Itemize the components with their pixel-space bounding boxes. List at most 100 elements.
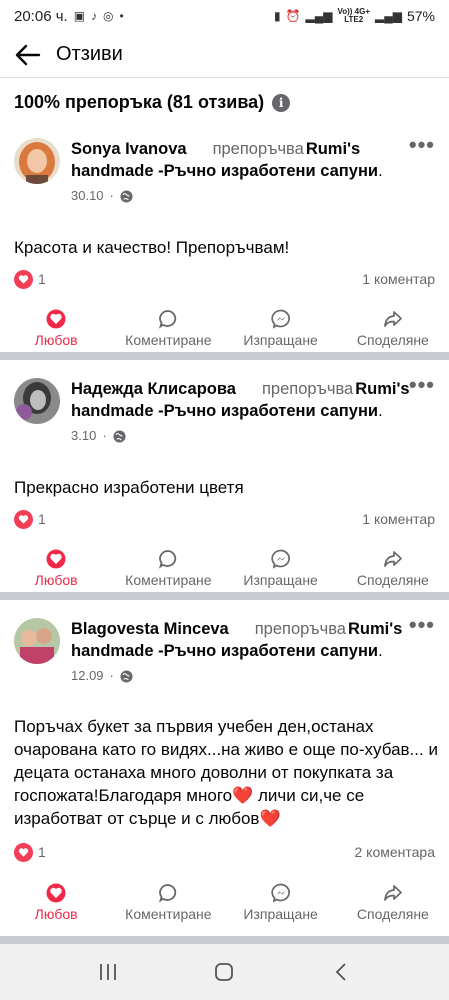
gallery-icon: ▣ (73, 9, 86, 23)
info-icon[interactable]: i (272, 93, 291, 112)
avatar[interactable] (14, 378, 60, 424)
love-button[interactable]: Любов (0, 302, 112, 354)
status-bar: 20:06 ч. ▣ ♪ ◎ • ▮ ⏰ ▂▄▆ Vo)) 4G+ LTE2 ▂… (0, 0, 449, 32)
battery-level: 57% (406, 8, 435, 24)
post-separator (0, 592, 449, 600)
battery-saver-icon: ▮ (273, 9, 281, 23)
post-header-text: Blagovesta Minceva препоръчва Rumi's handm… (71, 618, 411, 687)
reviewer-name[interactable]: Sonya Ivanova (71, 140, 187, 158)
home-button[interactable] (194, 952, 254, 992)
back-button[interactable] (0, 32, 56, 78)
recommendation-summary: 100% препоръка (81 отзива) i (14, 92, 291, 113)
instagram-icon: ◎ (103, 9, 114, 23)
love-label: Любов (34, 571, 78, 588)
reviewer-name[interactable]: Blagovesta Minceva (71, 620, 229, 638)
chevron-left-icon (335, 963, 346, 981)
status-time: 20:06 ч. (14, 7, 68, 25)
review-post: Blagovesta Minceva препоръчва Rumi's handm… (0, 614, 449, 936)
review-text: Красота и качество! Препоръчвам! (14, 238, 290, 257)
review-post: Надежда Клисарова препоръчва Rumi's handma… (0, 374, 449, 594)
post-separator (0, 352, 449, 360)
share-label: Споделяне (356, 571, 429, 588)
more-options-button[interactable]: ••• (409, 134, 435, 156)
tiktok-icon: ♪ (91, 9, 98, 23)
app-header: Отзиви (0, 32, 449, 78)
reaction-count[interactable]: 1 (38, 844, 46, 860)
comment-label: Коментиране (125, 571, 212, 588)
post-header-text: Sonya Ivanova препоръчва Rumi's handmade -… (71, 138, 411, 207)
globe-icon (113, 429, 126, 443)
heart-reaction-icon[interactable] (14, 509, 33, 529)
messenger-icon (270, 309, 290, 329)
heart-reaction-icon[interactable] (14, 269, 33, 289)
review-text: Прекрасно изработени цветя (14, 478, 244, 497)
love-label: Любов (34, 905, 78, 922)
comment-icon (159, 883, 177, 903)
love-button[interactable]: Любов (0, 876, 112, 928)
more-options-button[interactable]: ••• (409, 614, 435, 636)
post-stats: 1 1 коментар (14, 508, 435, 530)
comment-icon (159, 309, 177, 329)
comment-button[interactable]: Коментиране (112, 542, 224, 594)
comment-button[interactable]: Коментиране (112, 302, 224, 354)
post-separator (0, 936, 449, 944)
comment-label: Коментиране (125, 331, 212, 348)
page-title: Отзиви (56, 43, 123, 65)
comment-label: Коментиране (125, 905, 212, 922)
post-meta: 12.09 · (71, 665, 411, 687)
dot-icon: • (119, 9, 124, 23)
love-icon (46, 549, 66, 568)
summary-text: 100% препоръка (81 отзива) (14, 92, 265, 112)
comment-icon (159, 549, 177, 569)
reviewer-name[interactable]: Надежда Клисарова (71, 380, 236, 398)
reaction-count[interactable]: 1 (38, 511, 46, 527)
system-navigation-bar (0, 944, 449, 1000)
send-button[interactable]: Изпращане (225, 302, 337, 354)
arrow-left-icon (15, 44, 41, 65)
reaction-count[interactable]: 1 (38, 271, 46, 287)
post-stats: 1 1 коментар (14, 268, 435, 290)
post-meta: 3.10 · (71, 425, 411, 447)
review-text: Поръчах букет за първия учебен ден,остан… (14, 717, 438, 828)
love-button[interactable]: Любов (0, 542, 112, 594)
send-label: Изпращане (243, 905, 318, 922)
recent-apps-button[interactable] (78, 952, 138, 992)
post-date[interactable]: 30.10 (71, 185, 104, 207)
comment-count[interactable]: 1 коментар (362, 271, 435, 287)
share-button[interactable]: Споделяне (337, 876, 449, 928)
share-label: Споделяне (356, 331, 429, 348)
messenger-icon (270, 549, 290, 569)
post-date[interactable]: 12.09 (71, 665, 104, 687)
back-nav-button[interactable] (311, 952, 371, 992)
post-header-text: Надежда Клисарова препоръчва Rumi's handma… (71, 378, 411, 447)
avatar[interactable] (14, 618, 60, 664)
signal-2-icon: ▂▄▆ (375, 9, 402, 23)
share-icon (384, 550, 402, 567)
heart-reaction-icon[interactable] (14, 842, 33, 862)
share-icon (384, 884, 402, 901)
post-date[interactable]: 3.10 (71, 425, 96, 447)
comment-count[interactable]: 2 коментара (355, 844, 436, 860)
more-options-button[interactable]: ••• (409, 374, 435, 396)
signal-icon: ▂▄▆ (305, 9, 333, 23)
recommends-label: препоръчва (254, 620, 346, 638)
post-meta: 30.10 · (71, 185, 411, 207)
alarm-icon: ⏰ (285, 9, 301, 23)
share-button[interactable]: Споделяне (337, 542, 449, 594)
comment-button[interactable]: Коментиране (112, 876, 224, 928)
share-icon (384, 310, 402, 327)
recommends-label: препоръчва (212, 140, 304, 158)
love-icon (46, 309, 66, 328)
love-label: Любов (34, 331, 78, 348)
recommends-label: препоръчва (261, 380, 354, 398)
messenger-icon (270, 883, 290, 903)
post-stats: 1 2 коментара (14, 841, 435, 863)
comment-count[interactable]: 1 коментар (362, 511, 435, 527)
send-label: Изпращане (243, 571, 318, 588)
share-button[interactable]: Споделяне (337, 302, 449, 354)
send-button[interactable]: Изпращане (225, 876, 337, 928)
send-button[interactable]: Изпращане (225, 542, 337, 594)
post-actions: Любов Коментиране Изпращане Споделяне (0, 542, 449, 594)
recent-apps-icon (100, 964, 117, 980)
avatar[interactable] (14, 138, 60, 184)
